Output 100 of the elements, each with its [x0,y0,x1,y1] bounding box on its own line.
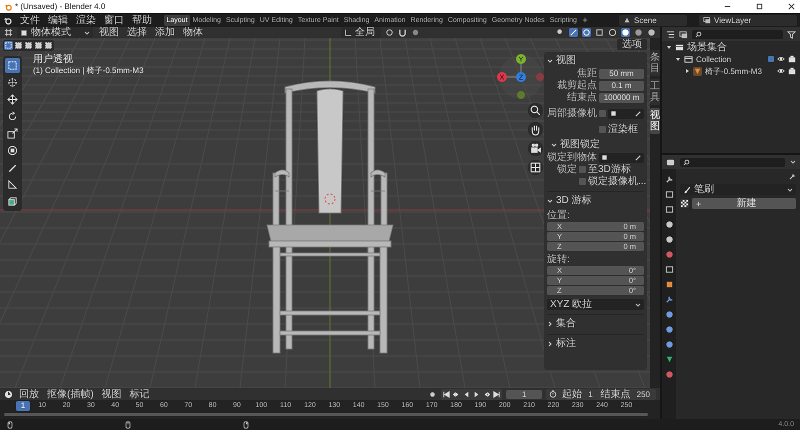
properties-editor-icon[interactable] [666,158,675,166]
constraint-tab-icon[interactable] [664,340,674,349]
material-shading-icon[interactable] [634,28,643,37]
caret-icon[interactable] [790,159,796,165]
menu-item[interactable]: 回放 [17,388,41,400]
rotation-mode-dropdown[interactable]: XYZ 欧拉 [547,299,644,310]
number-field[interactable]: 50 mm [599,68,644,78]
panel-header[interactable]: 视图 [547,54,644,67]
search-field[interactable] [692,30,783,38]
menu-item[interactable]: 帮助 [130,14,154,26]
material-tab-icon[interactable] [664,370,674,379]
sidebar-tab[interactable]: 视图 [650,108,660,134]
menu-item[interactable]: 物体 [181,27,205,38]
view-layer-selector[interactable]: ViewLayer [699,14,797,26]
disclosure-triangle-icon[interactable] [666,44,672,50]
timeline-scrollbar[interactable] [4,413,648,416]
camera-icon[interactable] [528,141,543,156]
menu-item[interactable]: 抠像(插帧) [45,388,96,400]
gizmo-axis-handle[interactable] [517,91,525,99]
object-tab-icon[interactable] [664,280,674,289]
editor-type-icon[interactable] [4,28,13,37]
blender-logo-icon[interactable] [3,16,12,24]
tool-tab-icon[interactable] [664,175,674,184]
checkbox[interactable] [579,166,586,173]
transform-tool-button[interactable] [5,143,20,158]
panel-header[interactable]: 集合 [547,314,644,330]
checkbox[interactable] [599,110,606,117]
lock-object-field[interactable] [599,152,644,162]
viewlayer-tab-icon[interactable] [664,220,674,229]
gizmo-axis-handle[interactable] [536,73,544,81]
menu-item[interactable]: 添加 [153,27,177,38]
panel-header[interactable]: 3D 游标 [547,191,644,207]
close-icon[interactable] [787,2,796,11]
camera-icon[interactable] [788,67,796,75]
playhead[interactable]: 1 [16,400,30,410]
pivot-icon[interactable] [385,28,394,37]
scene-selector[interactable]: Scene [619,14,687,26]
menu-item[interactable]: 视图 [97,27,121,38]
brush-dropdown[interactable]: 笔刷 [680,184,796,195]
number-field[interactable]: 0.1 m [599,80,644,90]
eye-icon[interactable] [777,67,785,75]
eye-icon[interactable] [777,55,785,63]
modifier-tab-icon[interactable] [664,295,674,304]
menu-item[interactable]: 窗口 [102,14,126,26]
list-icon[interactable] [666,30,675,38]
record-icon[interactable] [428,390,438,398]
subpanel-header[interactable]: 视图锁定 [551,138,644,151]
checkbox[interactable] [599,126,606,133]
orientation-dropdown[interactable]: 全局 [341,27,381,38]
current-frame-field[interactable]: 1 [506,390,542,398]
render-tab-icon[interactable] [664,190,674,199]
render-shading-icon[interactable] [647,28,656,37]
display-mode-icon[interactable] [679,30,688,38]
grid-icon[interactable] [528,160,543,175]
number-field[interactable]: 100000 m [599,92,644,102]
menu-item[interactable]: 视图 [100,388,124,400]
select-new-icon[interactable] [4,41,13,50]
outliner-item[interactable]: 场景集合 [687,42,796,52]
stopwatch-icon[interactable] [549,390,558,398]
camera-object-field[interactable] [608,108,644,118]
checkbox[interactable] [579,178,586,185]
camera-icon[interactable] [788,55,796,63]
maximize-icon[interactable] [755,2,764,11]
scene-tab-icon[interactable] [664,235,674,244]
options-dropdown[interactable]: 选项 [617,39,647,50]
zoom-icon[interactable] [528,103,543,118]
clock-icon[interactable] [4,390,13,398]
jump-start-icon[interactable] [442,390,452,398]
disclosure-triangle-icon[interactable] [675,56,681,62]
wireframe-shading-icon[interactable] [608,28,617,37]
end-frame-field[interactable]: 结束点 250 [598,388,653,400]
search-field[interactable] [680,158,785,166]
particles-tab-icon[interactable] [664,310,674,319]
filter-icon[interactable] [787,30,796,38]
jump-end-icon[interactable] [492,390,502,398]
physics-tab-icon[interactable] [664,325,674,334]
output-tab-icon[interactable] [664,205,674,214]
hand-icon[interactable] [528,122,543,137]
mode-dropdown[interactable]: 物体模式 [17,27,93,38]
menu-item[interactable]: 标记 [128,388,152,400]
checkbox[interactable] [768,56,774,62]
outliner-item[interactable]: Collection [696,54,765,64]
sidebar-tab[interactable]: 条目 [650,50,660,76]
add-workspace-button[interactable]: + [579,15,591,25]
data-tab-icon[interactable] [664,355,674,364]
outliner-item[interactable]: 椅子-0.5mm-M3 [705,66,774,76]
select-tool-button[interactable] [5,58,20,73]
cursor-tool-button[interactable] [5,75,20,90]
menu-item[interactable]: 编辑 [46,14,70,26]
pin-icon[interactable] [788,173,796,181]
gizmo-toggle-icon[interactable] [569,28,578,37]
scale-tool-button[interactable] [5,126,20,141]
overlay-toggle-icon[interactable] [582,28,591,37]
solid-shading-icon[interactable] [621,28,630,37]
panel-header[interactable]: 标注 [547,334,644,350]
proportional-icon[interactable] [411,28,420,37]
menu-item[interactable]: 文件 [18,14,42,26]
start-frame-field[interactable]: 起始 1 [559,388,596,400]
magnet-icon[interactable] [398,28,407,37]
checker-texture-icon[interactable] [680,199,689,208]
